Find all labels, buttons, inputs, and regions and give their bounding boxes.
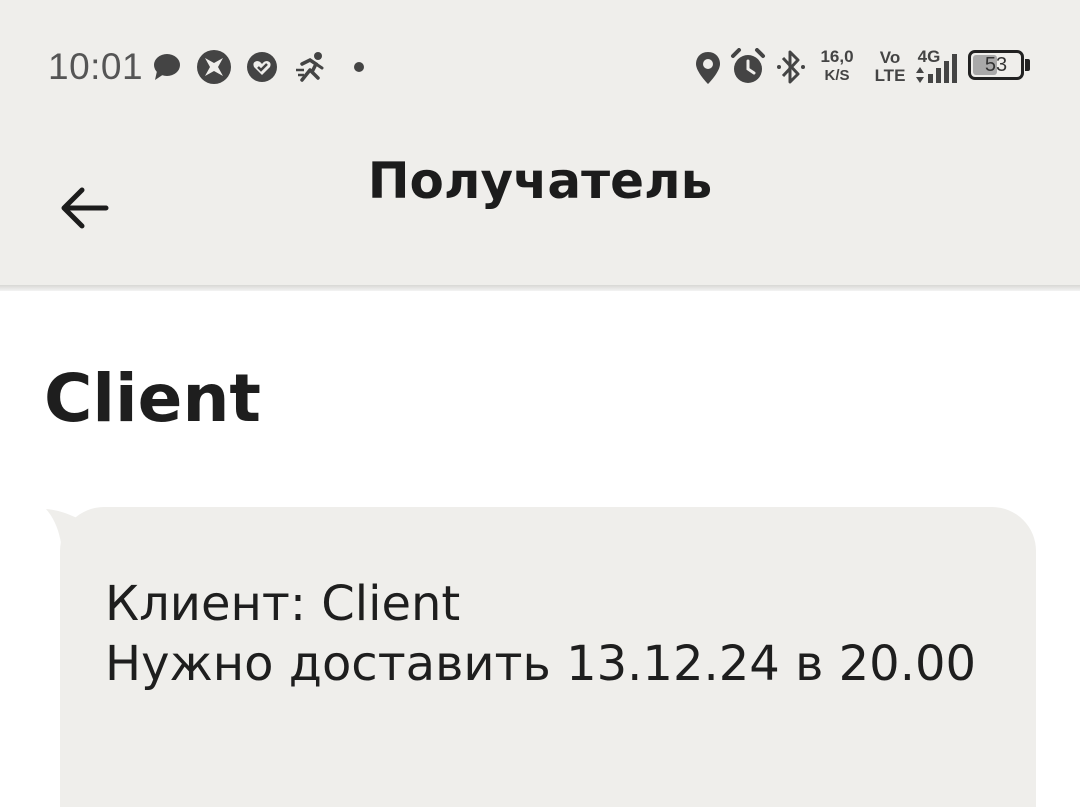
dot-icon	[354, 62, 364, 72]
message-line-client: Клиент: Client	[105, 576, 461, 632]
alarm-icon	[731, 48, 765, 83]
heart-icon	[247, 52, 277, 82]
battery-level: 53	[984, 54, 1008, 76]
running-icon	[296, 52, 324, 82]
app-bar-divider	[0, 285, 1080, 291]
volte-top: Vo	[879, 48, 901, 67]
battery-icon: 53	[968, 50, 1024, 80]
data-arrows-icon	[916, 67, 924, 83]
status-bar: 10:01 16,0 K/S Vo LTE 4G 53	[0, 0, 1080, 130]
signal-icon	[928, 54, 957, 83]
battery-tip	[1025, 59, 1030, 71]
page-title: Получатель	[367, 152, 713, 210]
status-time: 10:01	[48, 46, 144, 87]
location-icon	[696, 52, 720, 84]
net-speed-value: 16,0	[820, 47, 854, 66]
recipient-name: Client	[44, 360, 261, 437]
bluetooth-icon	[777, 50, 805, 84]
app-icon	[197, 50, 231, 84]
message-line-delivery: Нужно доставить 13.12.24 в 20.00	[105, 636, 977, 692]
volte-bottom: LTE	[874, 66, 906, 85]
message-icon	[154, 54, 180, 80]
net-speed-unit: K/S	[824, 67, 850, 84]
